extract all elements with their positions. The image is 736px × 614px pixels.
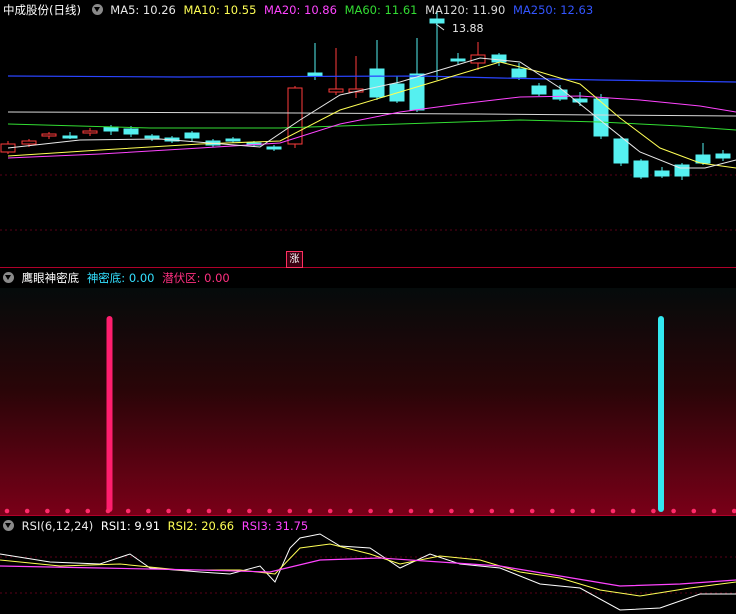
candle [491,54,507,63]
shenmidi-value: 神密底: 0.00 [86,271,155,285]
candle [266,146,282,150]
candle [123,128,139,135]
pink-signal-bar [106,316,113,512]
candle [511,68,527,78]
signal-dot [287,508,293,514]
rsi1-line [0,533,736,611]
qianfuqu-value: 潜伏区: 0.00 [162,271,230,285]
candle [62,135,78,139]
signal-dot [691,508,697,514]
signal-dot [85,508,91,514]
cyan-signal-bar [658,316,664,512]
indicator-header: 鹰眼神密底 神密底: 0.00 潜伏区: 0.00 [0,268,736,288]
signal-dot [186,508,192,514]
signal-dot [388,508,394,514]
signal-dot [550,508,555,514]
candle [82,130,98,134]
rsi3-value: RSI3: 31.75 [241,519,309,533]
candle [531,85,547,95]
ma20-value: MA20: 10.86 [264,3,337,17]
signal-dot [45,508,50,514]
rsi2-value: RSI2: 20.66 [167,519,235,533]
candle [715,153,731,159]
signal-dot [166,508,171,514]
signal-dot [651,508,656,514]
signal-dot [125,508,131,514]
rsi-header: RSI(6,12,24) RSI1: 9.91 RSI2: 20.66 RSI3… [0,516,736,536]
signal-dot [24,508,30,514]
indicator-panel[interactable]: 鹰眼神密底 神密底: 0.00 潜伏区: 0.00 [0,268,736,516]
indicator-chart [0,288,736,516]
signal-dot [247,508,252,514]
indicator-title: 鹰眼神密底 [21,271,80,285]
candle [450,58,466,62]
candle [633,160,649,178]
signal-dot [4,508,10,514]
rsi1-value: RSI1: 9.91 [100,519,161,533]
main-header: 中成股份(日线) MA5: 10.26 MA10: 10.55 MA20: 10… [0,0,736,20]
signal-dot [469,508,474,514]
candle [21,140,37,145]
ma250-value: MA250: 12.63 [512,3,594,17]
candle [409,73,425,111]
ma120-line [7,111,736,117]
signal-dot [489,508,495,514]
candle [225,138,241,142]
rsi3-line [0,557,736,587]
signal-dot [267,508,272,514]
rsi2-line [0,543,736,597]
main-chart-panel[interactable]: 中成股份(日线) MA5: 10.26 MA10: 10.55 MA20: 10… [0,0,736,268]
dropdown-icon[interactable] [3,272,14,283]
signal-dot [146,508,151,514]
candle [103,126,119,132]
candle [184,132,200,139]
signal-dot [226,508,232,514]
signal-dot [671,508,676,514]
signal-dot [206,508,212,514]
high-price-label: 13.88 [452,22,484,35]
signal-dot [368,508,373,514]
ma60-value: MA60: 11.61 [344,3,418,17]
signal-dot [65,508,70,514]
signal-dot [610,508,616,514]
signal-dot [428,508,434,514]
signal-dot [449,508,454,514]
dropdown-icon[interactable] [3,520,14,531]
candlestick-chart: 13.88 [0,12,736,268]
signal-dot [105,508,111,514]
candle [369,68,385,98]
signal-dot [348,508,353,514]
signal-badge[interactable]: 涨 [286,251,303,268]
signal-dot [408,508,414,514]
ma120-value: MA120: 11.90 [425,3,506,17]
dropdown-icon[interactable] [91,4,103,15]
signal-dot [711,508,717,514]
candle [328,88,344,93]
candle [307,72,323,77]
signal-dot [509,508,515,514]
candle [613,138,629,164]
signal-dot [590,508,596,514]
candle [144,135,160,139]
ma10-value: MA10: 10.55 [183,3,257,17]
signal-dot [307,508,313,514]
signal-dot [327,508,333,514]
signal-dot [529,508,535,514]
signal-dot [570,508,575,514]
stock-title: 中成股份(日线) [3,3,81,17]
ma5-value: MA5: 10.26 [110,3,176,17]
candle [41,133,57,137]
signal-dot [630,508,636,514]
rsi-title: RSI(6,12,24) [21,519,94,533]
rsi-panel[interactable]: RSI(6,12,24) RSI1: 9.91 RSI2: 20.66 RSI3… [0,516,736,614]
candle [654,170,670,177]
